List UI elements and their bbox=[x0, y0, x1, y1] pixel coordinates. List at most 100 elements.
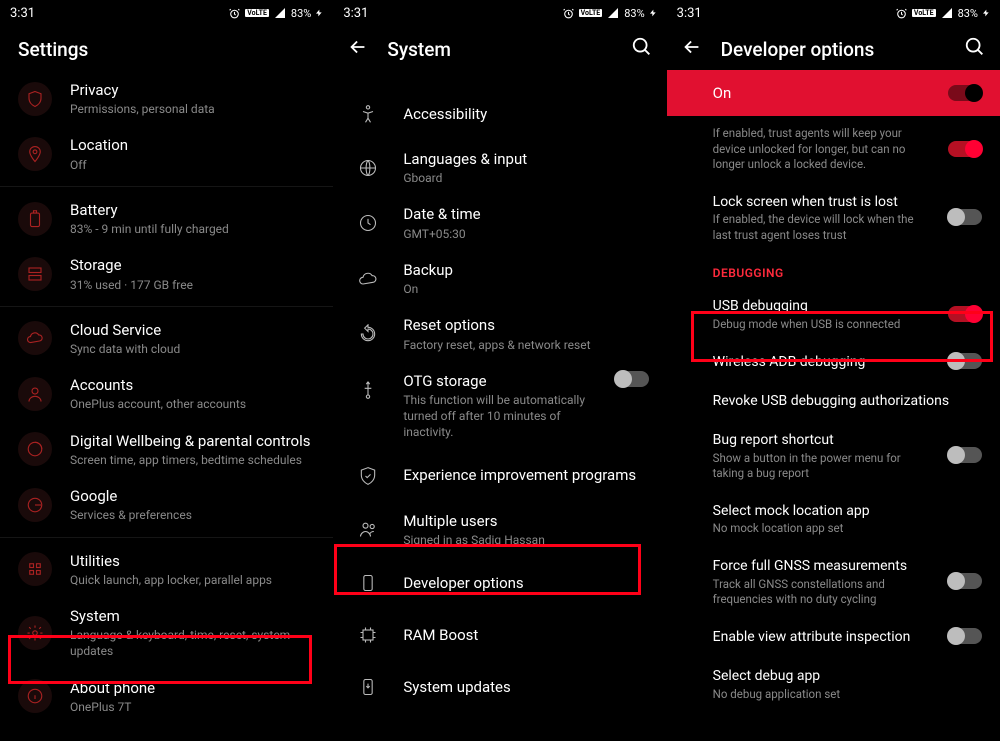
row-gnss[interactable]: Force full GNSS measurementsTrack all GN… bbox=[667, 546, 1000, 617]
volte-icon: VoLTE bbox=[245, 9, 269, 17]
on-label: On bbox=[713, 84, 948, 102]
header-bar: System bbox=[333, 24, 666, 70]
settings-list[interactable]: PrivacyPermissions, personal data Locati… bbox=[0, 71, 333, 724]
row-wireless-adb[interactable]: Wireless ADB debugging bbox=[667, 342, 1000, 381]
row-backup[interactable]: BackupOn bbox=[333, 251, 666, 306]
search-icon[interactable] bbox=[631, 36, 653, 62]
row-ram-boost[interactable]: RAM Boost bbox=[333, 609, 666, 661]
header-title: Developer options bbox=[721, 38, 875, 61]
chip-icon bbox=[351, 618, 385, 652]
row-utilities[interactable]: UtilitiesQuick launch, app locker, paral… bbox=[0, 542, 333, 597]
row-reset[interactable]: Reset optionsFactory reset, apps & netwo… bbox=[333, 306, 666, 361]
status-right: VoLTE 83% bbox=[228, 7, 323, 20]
row-experience[interactable]: Experience improvement programs bbox=[333, 450, 666, 502]
section-debugging: DEBUGGING bbox=[667, 252, 1000, 286]
row-accounts[interactable]: AccountsOnePlus account, other accounts bbox=[0, 366, 333, 421]
header-bar: Developer options bbox=[667, 24, 1000, 70]
usb-icon bbox=[351, 373, 385, 407]
phone-dev-icon bbox=[351, 566, 385, 600]
row-accessibility[interactable]: Accessibility bbox=[333, 88, 666, 140]
charging-icon bbox=[982, 7, 990, 19]
row-lock-screen-trust[interactable]: Lock screen when trust is lostIf enabled… bbox=[667, 182, 1000, 253]
trust-agents-toggle[interactable] bbox=[948, 141, 982, 157]
battery-percent: 83% bbox=[624, 7, 644, 20]
row-battery[interactable]: Battery83% - 9 min until fully charged bbox=[0, 191, 333, 246]
bug-report-toggle[interactable] bbox=[948, 447, 982, 463]
charging-icon bbox=[315, 7, 323, 19]
users-icon bbox=[351, 512, 385, 546]
globe-icon bbox=[351, 151, 385, 185]
row-multiple-users[interactable]: Multiple usersSigned in as Sadiq Hassan bbox=[333, 502, 666, 557]
cloud-icon bbox=[18, 321, 52, 355]
wireless-adb-toggle[interactable] bbox=[948, 353, 982, 369]
shield-check-icon bbox=[351, 459, 385, 493]
back-icon[interactable] bbox=[681, 36, 703, 62]
otg-toggle[interactable] bbox=[615, 371, 649, 387]
row-location[interactable]: LocationOff bbox=[0, 126, 333, 181]
row-usb-debugging[interactable]: USB debuggingDebug mode when USB is conn… bbox=[667, 286, 1000, 341]
utilities-icon bbox=[18, 552, 52, 586]
divider bbox=[0, 306, 333, 307]
system-list[interactable]: Accessibility Languages & inputGboard Da… bbox=[333, 88, 666, 713]
alarm-icon bbox=[562, 7, 575, 20]
volte-icon: VoLTE bbox=[579, 9, 603, 17]
back-icon[interactable] bbox=[347, 36, 369, 62]
shield-icon bbox=[18, 82, 52, 116]
divider bbox=[0, 537, 333, 538]
info-icon bbox=[18, 679, 52, 713]
usb-debugging-toggle[interactable] bbox=[948, 306, 982, 322]
charging-icon bbox=[649, 7, 657, 19]
row-wellbeing[interactable]: Digital Wellbeing & parental controlsScr… bbox=[0, 422, 333, 477]
gnss-toggle[interactable] bbox=[948, 573, 982, 589]
storage-icon bbox=[18, 257, 52, 291]
battery-icon bbox=[18, 202, 52, 236]
screen-system: 3:31 VoLTE 83% System Accessibility Lang… bbox=[333, 0, 666, 741]
view-attr-toggle[interactable] bbox=[948, 628, 982, 644]
status-bar: 3:31 VoLTE 83% bbox=[333, 0, 666, 24]
row-mock-location[interactable]: Select mock location appNo mock location… bbox=[667, 491, 1000, 546]
gear-icon bbox=[18, 616, 52, 650]
row-privacy[interactable]: PrivacyPermissions, personal data bbox=[0, 71, 333, 126]
divider bbox=[0, 186, 333, 187]
signal-icon bbox=[940, 7, 954, 19]
status-time: 3:31 bbox=[10, 6, 35, 21]
row-about[interactable]: About phoneOnePlus 7T bbox=[0, 669, 333, 724]
dev-options-master-toggle[interactable] bbox=[948, 85, 982, 101]
row-select-debug-app[interactable]: Select debug appNo debug application set bbox=[667, 656, 1000, 711]
status-time: 3:31 bbox=[677, 6, 702, 21]
status-bar: 3:31 VoLTE 83% bbox=[667, 0, 1000, 24]
row-revoke-usb[interactable]: Revoke USB debugging authorizations bbox=[667, 381, 1000, 420]
alarm-icon bbox=[228, 7, 241, 20]
signal-icon bbox=[273, 7, 287, 19]
screen-settings: 3:31 VoLTE 83% Settings PrivacyPermissio… bbox=[0, 0, 333, 741]
row-trust-agents[interactable]: If enabled, trust agents will keep your … bbox=[667, 116, 1000, 182]
row-google[interactable]: GoogleServices & preferences bbox=[0, 477, 333, 532]
row-bug-report[interactable]: Bug report shortcutShow a button in the … bbox=[667, 420, 1000, 491]
battery-percent: 83% bbox=[291, 7, 311, 20]
lock-trust-toggle[interactable] bbox=[948, 209, 982, 225]
developer-list[interactable]: If enabled, trust agents will keep your … bbox=[667, 116, 1000, 711]
signal-icon bbox=[606, 7, 620, 19]
dev-options-on-banner[interactable]: On bbox=[667, 70, 1000, 116]
location-icon bbox=[18, 137, 52, 171]
row-cloud[interactable]: Cloud ServiceSync data with cloud bbox=[0, 311, 333, 366]
status-time: 3:31 bbox=[343, 6, 368, 21]
accessibility-icon bbox=[351, 97, 385, 131]
update-icon bbox=[351, 670, 385, 704]
row-otg[interactable]: OTG storageThis function will be automat… bbox=[333, 362, 666, 450]
status-bar: 3:31 VoLTE 83% bbox=[0, 0, 333, 24]
row-storage[interactable]: Storage31% used · 177 GB free bbox=[0, 246, 333, 301]
search-icon[interactable] bbox=[964, 36, 986, 62]
row-datetime[interactable]: Date & timeGMT+05:30 bbox=[333, 195, 666, 250]
row-developer-options[interactable]: Developer options bbox=[333, 557, 666, 609]
reset-icon bbox=[351, 317, 385, 351]
alarm-icon bbox=[895, 7, 908, 20]
screen-developer-options: 3:31 VoLTE 83% Developer options On If e… bbox=[667, 0, 1000, 741]
google-icon bbox=[18, 488, 52, 522]
volte-icon: VoLTE bbox=[912, 9, 936, 17]
row-system[interactable]: SystemLanguage & keyboard, time, reset, … bbox=[0, 597, 333, 669]
row-languages[interactable]: Languages & inputGboard bbox=[333, 140, 666, 195]
clock-icon bbox=[351, 206, 385, 240]
row-system-updates[interactable]: System updates bbox=[333, 661, 666, 713]
row-view-attribute[interactable]: Enable view attribute inspection bbox=[667, 617, 1000, 656]
